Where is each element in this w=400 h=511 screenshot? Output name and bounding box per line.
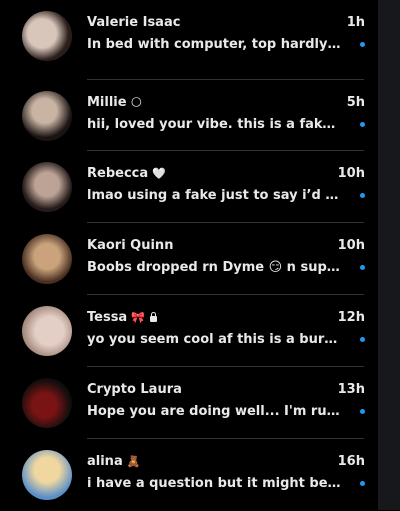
sender-name: Crypto Laura	[87, 382, 182, 397]
unread-dot-icon	[360, 42, 365, 47]
conversation-kaori-quinn[interactable]: Kaori Quinn 10h Boobs dropped rn Dyme 😏 …	[0, 223, 378, 295]
avatar[interactable]	[22, 378, 72, 428]
message-preview: lmao using a fake just to say i’d drain …	[87, 188, 343, 203]
message-time: 1h	[346, 15, 365, 30]
conversation-alina[interactable]: alina 🧸 16h i have a question but it migh…	[0, 439, 378, 511]
message-preview: i have a question but it might be too ..…	[87, 476, 343, 491]
sender-name: alina 🧸	[87, 454, 141, 469]
avatar[interactable]	[22, 162, 72, 212]
avatar[interactable]	[22, 11, 72, 61]
sender-name: Tessa 🎀	[87, 310, 157, 325]
message-preview: yo you seem cool af this is a burner but…	[87, 332, 343, 347]
message-preview: Hope you are doing well... I'm running .…	[87, 404, 343, 419]
ribbon-emoji: 🎀	[131, 311, 145, 324]
avatar[interactable]	[22, 450, 72, 500]
unread-dot-icon	[360, 265, 365, 270]
avatar[interactable]	[22, 234, 72, 284]
conversation-rebecca[interactable]: Rebecca 🤍 10h lmao using a fake just to s…	[0, 151, 378, 223]
message-time: 5h	[346, 95, 365, 110]
conversation-crypto-laura[interactable]: Crypto Laura 13h Hope you are doing well…	[0, 367, 378, 439]
message-preview: In bed with computer, top hardly holdin.…	[87, 37, 343, 52]
message-time: 16h	[337, 454, 365, 469]
teddy-bear-emoji: 🧸	[126, 455, 141, 468]
message-time: 13h	[337, 382, 365, 397]
moon-emoji: 🌕	[130, 96, 143, 109]
avatar[interactable]	[22, 306, 72, 356]
sender-name: Valerie Isaac	[87, 15, 181, 30]
message-preview: hii, loved your vibe. this is a fake acc…	[87, 117, 343, 132]
white-heart-emoji: 🤍	[152, 167, 166, 180]
lock-icon	[149, 312, 157, 322]
conversation-millie[interactable]: Millie 🌕 5h hii, loved your vibe. this is…	[0, 80, 378, 152]
dm-list: Valerie Isaac 1h In bed with computer, t…	[0, 0, 400, 511]
unread-dot-icon	[360, 481, 365, 486]
sender-name: Kaori Quinn	[87, 238, 174, 253]
unread-dot-icon	[360, 193, 365, 198]
unread-dot-icon	[360, 409, 365, 414]
unread-dot-icon	[360, 337, 365, 342]
sender-name: Rebecca 🤍	[87, 166, 166, 181]
conversation-valerie-isaac[interactable]: Valerie Isaac 1h In bed with computer, t…	[0, 0, 378, 72]
message-time: 10h	[337, 238, 365, 253]
message-time: 10h	[337, 166, 365, 181]
scrollbar-track[interactable]	[378, 0, 400, 510]
avatar[interactable]	[22, 91, 72, 141]
unread-dot-icon	[360, 122, 365, 127]
message-preview: Boobs dropped rn Dyme 😏 n super ...	[87, 260, 343, 275]
message-time: 12h	[337, 310, 365, 325]
sender-name: Millie 🌕	[87, 95, 143, 110]
conversation-tessa[interactable]: Tessa 🎀 12h yo you seem cool af this is a…	[0, 295, 378, 367]
